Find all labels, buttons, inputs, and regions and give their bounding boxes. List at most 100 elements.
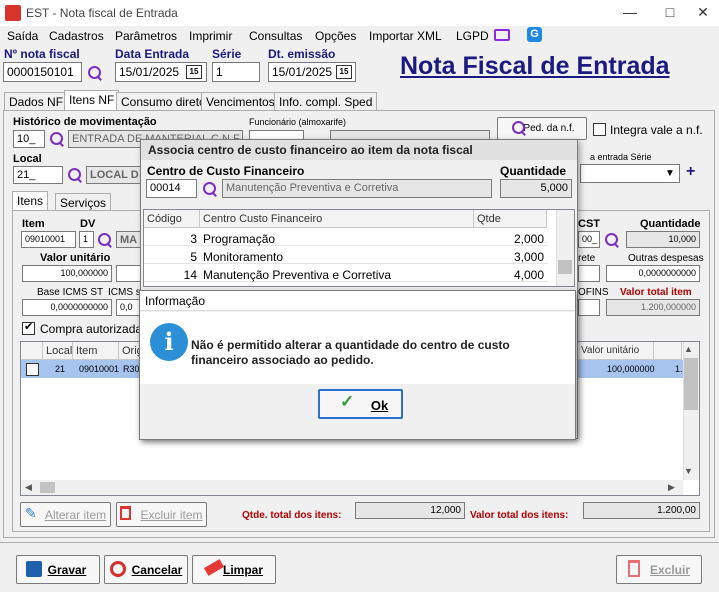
excluir-item-label: Excluir item (140, 508, 203, 522)
cc-quantidade-label: Quantidade (500, 164, 567, 178)
menu-parametros[interactable]: Parâmetros (115, 29, 177, 43)
calendar-icon[interactable]: 15 (186, 65, 202, 79)
row-valor: 100,000000 (607, 364, 655, 374)
nota-label: Nº nota fiscal (4, 47, 80, 61)
cc-row-name: Manutenção Preventiva e Corretiva (203, 268, 392, 282)
tab-info-compl-sped[interactable]: Info. compl. Sped (274, 92, 378, 111)
scroll-thumb[interactable] (684, 358, 698, 410)
app-logo-icon (5, 5, 21, 21)
scroll-down-icon[interactable]: ▼ (684, 466, 693, 476)
monitor-icon[interactable] (494, 29, 510, 41)
valor-total-item-value: 1.200,000000 (606, 299, 700, 316)
excluir-label: Excluir (649, 563, 691, 577)
cc-label: Centro de Custo Financeiro (147, 164, 305, 178)
integra-vale-label: Integra vale a n.f. (610, 123, 703, 137)
grid-header-extra[interactable] (654, 342, 682, 360)
close-button[interactable]: ✕ (688, 2, 718, 22)
cc-code-input[interactable]: 00014 (146, 179, 197, 198)
icms-st-input[interactable]: 0,0 (116, 299, 141, 316)
menu-opcoes[interactable]: Opções (315, 29, 356, 43)
menu-cadastros[interactable]: Cadastros (49, 29, 104, 43)
icms-st-label: ICMS s (108, 287, 141, 298)
calendar-icon[interactable]: 15 (336, 65, 352, 79)
tab-itens-nf[interactable]: Itens NF (64, 90, 120, 111)
search-icon[interactable] (97, 232, 113, 248)
outras-despesas-label: Outras despesas (628, 253, 704, 264)
dv-input[interactable]: 1 (79, 231, 94, 248)
check-icon: ✔ (24, 321, 34, 333)
integra-vale-checkbox[interactable] (593, 123, 606, 136)
grid-header-item[interactable]: Item (73, 342, 119, 360)
cc-grid-header-codigo[interactable]: Código (144, 210, 200, 228)
grid-header-local[interactable]: Local (43, 342, 73, 360)
menu-saida[interactable]: Saída (7, 29, 38, 43)
menu-imprimir[interactable]: Imprimir (189, 29, 232, 43)
nota-input[interactable]: 0000150101 (3, 62, 82, 82)
item-code-input[interactable]: 09010001 (21, 231, 76, 248)
ok-button[interactable]: Ok (318, 389, 403, 419)
base-icms-st-label: Base ICMS ST (37, 287, 104, 298)
cst-input[interactable]: 00_ (578, 231, 600, 248)
maximize-button[interactable]: □ (655, 2, 685, 22)
chevron-down-icon[interactable]: ▼ (665, 168, 675, 179)
search-icon (511, 120, 527, 136)
conta-entrada-label: a entrada Série (590, 152, 652, 162)
menu-consultas[interactable]: Consultas (249, 29, 302, 43)
scroll-left-icon[interactable]: ◀ (25, 482, 32, 493)
cancel-icon (110, 561, 126, 577)
search-icon[interactable] (87, 65, 103, 81)
search-icon[interactable] (202, 181, 218, 197)
qtde-total-label: Qtde. total dos itens: (242, 510, 342, 521)
search-icon[interactable] (604, 232, 620, 248)
tab-consumo-direto[interactable]: Consumo direto (116, 92, 211, 111)
grid-horizontal-scrollbar[interactable] (21, 480, 683, 495)
scroll-up-icon[interactable]: ▲ (684, 344, 693, 354)
compra-autorizada-checkbox[interactable]: ✔ (22, 321, 35, 335)
tab-dados-nf[interactable]: Dados NF (4, 92, 69, 111)
info-dialog-title: Informação (140, 291, 575, 311)
historico-code-input[interactable]: 10_ (13, 130, 45, 148)
serie-input[interactable]: 1 (212, 62, 260, 82)
quantidade-label: Quantidade (640, 218, 701, 230)
menu-importar-xml[interactable]: Importar XML (369, 29, 442, 43)
scroll-right-icon[interactable]: ▶ (668, 482, 675, 493)
cc-grid-header-centro[interactable]: Centro Custo Financeiro (200, 210, 474, 228)
desconto-input[interactable] (116, 265, 141, 282)
valor-total-value: 1.200,00 (583, 502, 700, 519)
serie-label: Série (212, 47, 242, 61)
item-desc: MA (116, 231, 141, 248)
minimize-button[interactable]: — (615, 2, 645, 22)
tab-vencimentos[interactable]: Vencimentos (201, 92, 280, 111)
base-icms-st-input[interactable]: 0,0000000000 (22, 299, 112, 316)
row-checkbox[interactable] (26, 363, 39, 376)
frete-input[interactable] (578, 265, 600, 282)
valor-unitario-input[interactable]: 100,000000 (22, 265, 112, 282)
cofins-label: OFINS (578, 287, 609, 298)
hscroll-thumb[interactable] (40, 482, 55, 493)
search-icon[interactable] (49, 131, 65, 147)
compra-autorizada-label: Compra autorizada (40, 322, 143, 336)
cc-row-qtd: 4,000 (513, 268, 544, 282)
row-item: 09010001 (79, 364, 120, 374)
outras-despesas-input[interactable]: 0,0000000000 (606, 265, 700, 282)
item-label: Item (22, 218, 45, 230)
save-icon (26, 561, 42, 577)
valor-unitario-label: Valor unitário (40, 252, 111, 264)
trash-icon (120, 506, 131, 520)
scroll-thumb[interactable] (558, 260, 572, 274)
search-icon[interactable] (67, 167, 83, 183)
cc-grid-scrollbar[interactable] (556, 210, 574, 286)
grid-header-valor-unitario[interactable]: Valor unitário (578, 342, 654, 360)
local-code-input[interactable]: 21_ (13, 166, 63, 184)
cc-grid-header-qtde[interactable]: Qtde (474, 210, 547, 228)
subtab-itens[interactable]: Itens (12, 191, 49, 212)
add-icon[interactable]: + (686, 163, 695, 181)
valor-total-item-label: Valor total item (620, 287, 692, 298)
historico-label: Histórico de movimentação (13, 116, 157, 128)
menu-lgpd[interactable]: LGPD (456, 29, 489, 43)
grid-header-select (21, 342, 43, 360)
g-app-icon[interactable]: G (527, 27, 542, 42)
local-desc: LOCAL D (86, 166, 146, 184)
grid-header-orig[interactable]: Orig (119, 342, 143, 360)
cofins-input[interactable] (578, 299, 600, 316)
